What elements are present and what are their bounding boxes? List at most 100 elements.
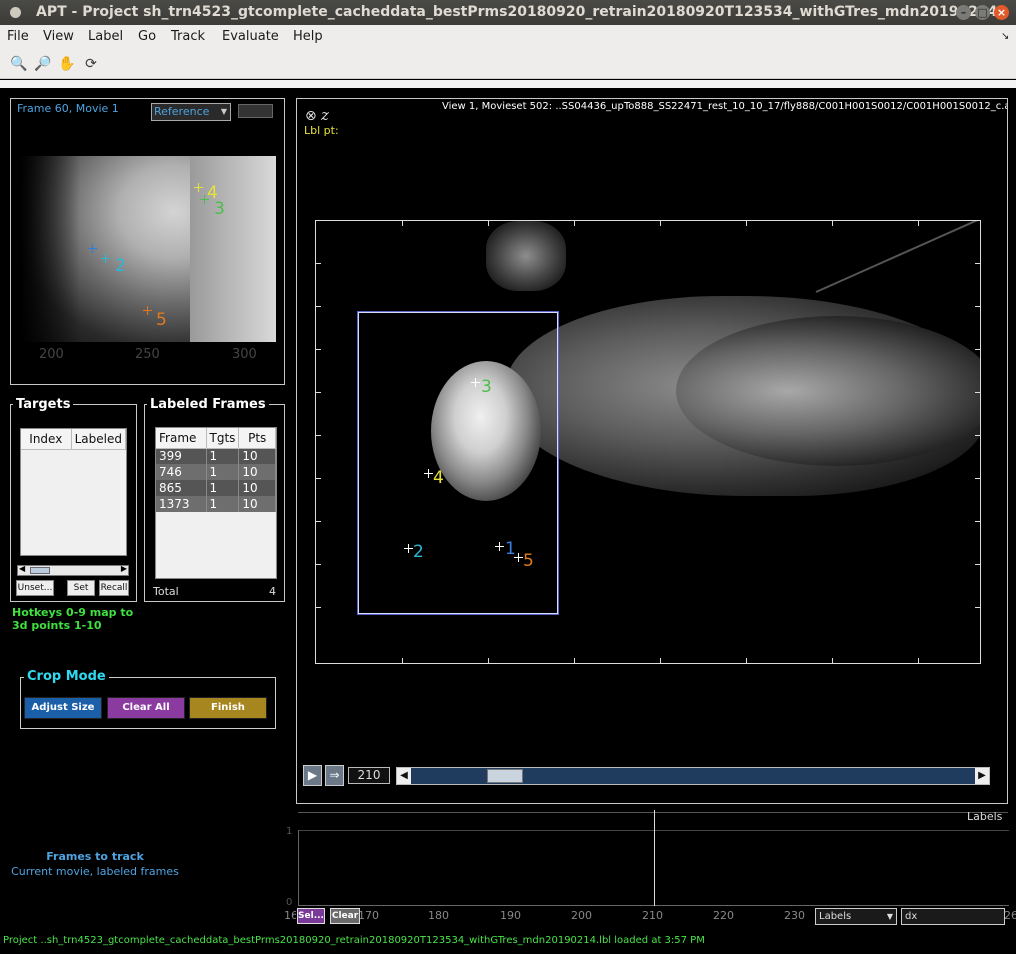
unset-button[interactable]: Unset...	[16, 580, 54, 596]
z-toggle-icon[interactable]: ⊗	[305, 108, 317, 124]
main-point-marker-2[interactable]	[404, 544, 413, 553]
timeline-select-button[interactable]: Sel...	[297, 908, 325, 924]
axis-tick	[316, 263, 321, 264]
targets-col-labeled[interactable]: Labeled	[71, 429, 127, 450]
reference-dropdown[interactable]: Reference ▼	[151, 103, 231, 121]
timeline-y-tick-0: 0	[286, 897, 293, 908]
labeled-frames-table[interactable]: Frame Tgts Pts 399 1 10 746 1 10 865 1 1…	[155, 427, 277, 579]
frames-to-track-title: Frames to track	[46, 850, 144, 862]
timeline-x-tick-180: 180	[428, 909, 449, 922]
maximize-button[interactable]: □	[975, 5, 990, 20]
play-button[interactable]: ▶	[303, 765, 322, 786]
lf-cell: 1	[206, 496, 240, 512]
lf-col-tgts[interactable]: Tgts	[206, 428, 240, 449]
axis-tick	[316, 435, 321, 436]
main-point-marker-1[interactable]	[495, 542, 504, 551]
lf-cell: 865	[156, 480, 207, 496]
zoom-out-icon[interactable]: 🔎	[33, 54, 53, 74]
scroll-right-icon[interactable]: ▶	[121, 564, 127, 573]
slider-thumb[interactable]	[487, 769, 523, 783]
clear-all-button[interactable]: Clear All	[107, 697, 185, 719]
lf-cell: 10	[238, 448, 276, 464]
pan-hand-icon[interactable]: ✋	[57, 54, 77, 74]
menu-bar: File View Label Go Track Evaluate Help ↘	[0, 25, 1016, 49]
slider-left-arrow-icon[interactable]: ◀	[397, 768, 411, 784]
rotate-icon[interactable]: ⟳	[81, 54, 101, 74]
frame-slider[interactable]: ◀ ▶	[396, 767, 990, 785]
timeline-plot[interactable]	[298, 810, 1009, 906]
axis-tick	[918, 221, 919, 226]
lf-cell: 1	[206, 448, 240, 464]
targets-col-index[interactable]: Index	[21, 429, 72, 450]
ref-x-tick-200: 200	[39, 347, 64, 362]
targets-scrollbar[interactable]: ◀ ▶	[17, 564, 129, 576]
axis-tick	[402, 658, 403, 663]
lf-cell: 10	[238, 496, 276, 512]
targets-panel: Targets Index Labeled ◀ ▶ Unset... Set R…	[10, 397, 137, 602]
timeline-dx-dropdown[interactable]: dx	[901, 908, 1005, 925]
timeline-x-tick-170: 170	[358, 909, 379, 922]
ref-x-tick-300: 300	[232, 347, 257, 362]
chevron-down-icon: ▼	[220, 107, 227, 116]
table-row[interactable]: 399 1 10	[156, 448, 276, 464]
timeline-x-tick-230: 230	[784, 909, 805, 922]
axis-tick	[975, 607, 980, 608]
slider-right-arrow-icon[interactable]: ▶	[975, 768, 989, 784]
timeline-y-tick-1: 1	[286, 826, 293, 837]
axis-tick	[488, 658, 489, 663]
table-row[interactable]: 865 1 10	[156, 480, 276, 496]
lf-cell: 746	[156, 464, 207, 480]
axis-tick	[746, 221, 747, 226]
axis-tick	[316, 564, 321, 565]
axis-tick	[746, 658, 747, 663]
axis-tick	[975, 392, 980, 393]
lf-col-pts[interactable]: Pts	[238, 428, 276, 449]
menu-go[interactable]: Go	[138, 29, 156, 44]
menu-file[interactable]: File	[7, 29, 29, 44]
timeline-labels-dropdown[interactable]: Labels ▼	[815, 908, 897, 925]
ref-point-marker-5	[143, 306, 152, 315]
lf-cell: 1	[206, 480, 240, 496]
lf-col-frame[interactable]: Frame	[156, 428, 207, 449]
zoom-in-icon[interactable]: 🔍	[9, 54, 29, 74]
reference-panel: Frame 60, Movie 1 Reference ▼ 4 3 2 5 20…	[10, 98, 285, 385]
minimize-button[interactable]: –	[956, 5, 971, 20]
menu-evaluate[interactable]: Evaluate	[222, 29, 279, 44]
timeline-current-frame-line	[654, 810, 655, 906]
timeline-labels-dropdown-value: Labels	[819, 911, 852, 922]
menu-help[interactable]: Help	[293, 29, 323, 44]
table-row[interactable]: 1373 1 10	[156, 496, 276, 512]
axis-tick	[316, 521, 321, 522]
axis-tick	[316, 306, 321, 307]
main-point-marker-3[interactable]	[471, 378, 480, 387]
targets-table[interactable]: Index Labeled	[20, 428, 127, 556]
main-point-marker-4[interactable]	[424, 469, 433, 478]
ref-point-marker-4	[194, 183, 203, 192]
main-point-marker-5[interactable]	[514, 553, 523, 562]
reference-extra-field[interactable]	[238, 104, 273, 118]
movie-info: View 1, Movieset 502: ..SS04436_upTo888_…	[442, 101, 1007, 112]
menu-track[interactable]: Track	[171, 29, 205, 44]
close-button[interactable]: ×	[994, 5, 1009, 20]
menu-label[interactable]: Label	[88, 29, 123, 44]
axis-tick	[832, 658, 833, 663]
ref-x-tick-250: 250	[135, 347, 160, 362]
fly-wing-edge	[815, 221, 980, 293]
menu-view[interactable]: View	[43, 29, 74, 44]
reference-image-shade	[20, 156, 80, 342]
table-row[interactable]: 746 1 10	[156, 464, 276, 480]
set-button[interactable]: Set	[67, 580, 95, 596]
targets-scroll-thumb[interactable]	[30, 567, 50, 574]
axis-tick	[574, 221, 575, 226]
scroll-left-icon[interactable]: ◀	[19, 564, 25, 573]
window-title-bar: APT - Project sh_trn4523_gtcomplete_cach…	[0, 0, 1016, 25]
finish-button[interactable]: Finish	[189, 697, 267, 719]
main-point-label-4: 4	[433, 468, 444, 488]
recall-button[interactable]: Recall	[99, 580, 129, 596]
step-forward-button[interactable]: ⇒	[325, 765, 344, 786]
frame-number-input[interactable]: 210	[348, 767, 390, 784]
chevron-down-icon: ▼	[886, 912, 893, 921]
adjust-size-button[interactable]: Adjust Size	[24, 697, 102, 719]
timeline-clear-button[interactable]: Clear	[330, 908, 360, 924]
axis-tick	[975, 478, 980, 479]
